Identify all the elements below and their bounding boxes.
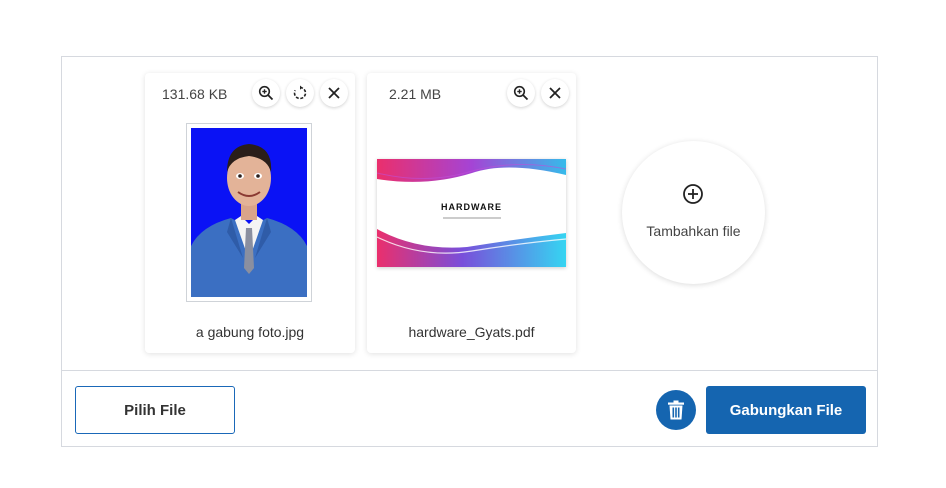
close-icon [549, 87, 561, 99]
close-icon [328, 87, 340, 99]
action-toolbar: Pilih File Gabungkan File [62, 370, 877, 447]
zoom-in-icon [258, 85, 274, 101]
file-name: hardware_Gyats.pdf [408, 324, 535, 340]
plus-circle-icon [683, 184, 703, 204]
rotate-button[interactable] [286, 79, 314, 107]
remove-file-button[interactable] [541, 79, 569, 107]
pdf-cover-title: HARDWARE [441, 202, 502, 212]
file-list: 131.68 KB a gabung foto.jpg 2.21 MB HARD… [62, 57, 877, 370]
rotate-icon [293, 85, 307, 100]
merge-files-button[interactable]: Gabungkan File [706, 386, 866, 434]
file-card: 131.68 KB a gabung foto.jpg [145, 73, 355, 353]
add-file-label: Tambahkan file [646, 223, 741, 239]
pick-file-button[interactable]: Pilih File [75, 386, 235, 434]
file-name: a gabung foto.jpg [195, 324, 305, 340]
file-size: 131.68 KB [162, 86, 228, 102]
portrait-photo [191, 128, 307, 297]
file-size: 2.21 MB [389, 86, 442, 102]
zoom-in-icon [513, 85, 529, 101]
merge-panel: 131.68 KB a gabung foto.jpg 2.21 MB HARD… [61, 56, 878, 447]
clear-files-button[interactable] [656, 390, 696, 430]
pdf-thumbnail: HARDWARE [376, 159, 567, 267]
add-file-button[interactable]: Tambahkan file [622, 141, 765, 284]
image-thumbnail [186, 123, 312, 302]
zoom-in-button[interactable] [252, 79, 280, 107]
zoom-in-button[interactable] [507, 79, 535, 107]
file-card: 2.21 MB HARDWARE hardware_Gyats.pdf [367, 73, 576, 353]
pdf-cover [376, 159, 567, 267]
remove-file-button[interactable] [320, 79, 348, 107]
trash-icon [668, 400, 684, 420]
